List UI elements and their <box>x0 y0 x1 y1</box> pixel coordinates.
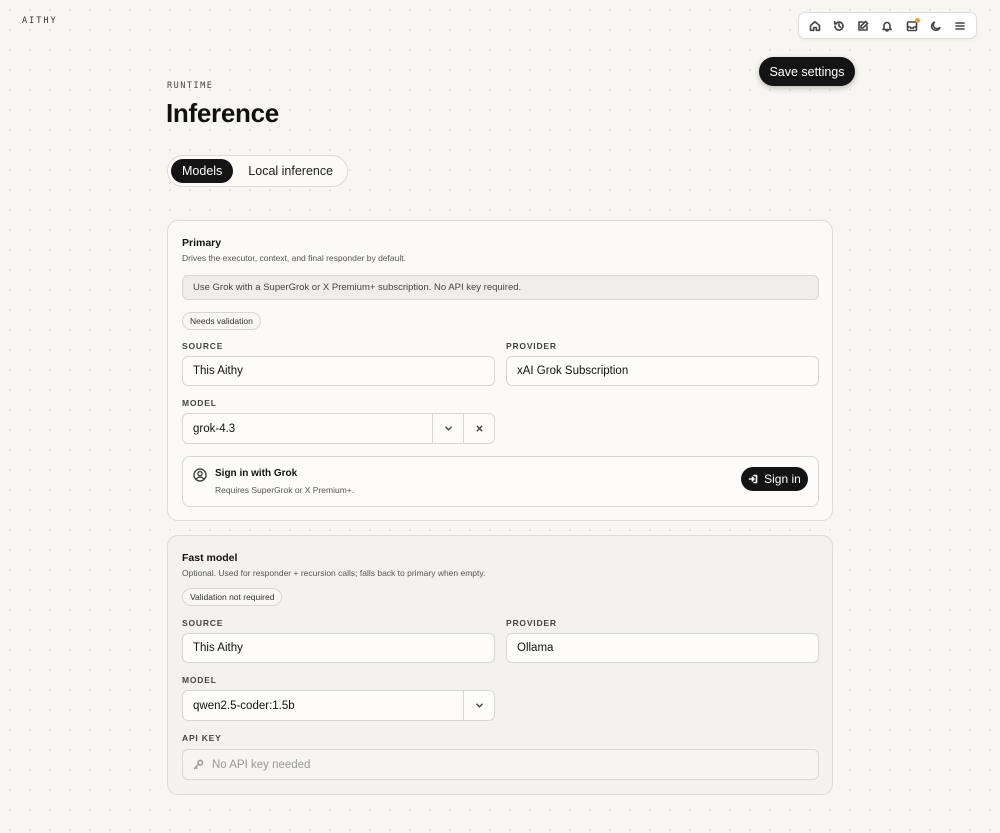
model-select: grok-4.3 <box>182 413 495 444</box>
edit-icon[interactable] <box>853 16 873 36</box>
moon-icon[interactable] <box>926 16 946 36</box>
provider-label: PROVIDER <box>506 341 557 351</box>
save-settings-button[interactable]: Save settings <box>759 57 855 86</box>
source-field[interactable]: This Aithy <box>182 633 495 663</box>
model-select-value[interactable]: grok-4.3 <box>183 414 432 443</box>
api-key-label: API KEY <box>182 733 222 743</box>
sign-in-label: Sign in <box>764 472 801 486</box>
provider-field[interactable]: Ollama <box>506 633 819 663</box>
api-key-input[interactable] <box>212 758 818 771</box>
model-select: qwen2.5-coder:1.5b <box>182 690 495 721</box>
api-key-field <box>182 749 819 780</box>
source-field[interactable]: This Aithy <box>182 356 495 386</box>
fast-model-card: Fast model Optional. Used for responder … <box>167 535 833 795</box>
home-icon[interactable] <box>805 16 825 36</box>
card-description: Drives the executor, context, and final … <box>182 253 406 263</box>
model-label: MODEL <box>182 398 217 408</box>
notification-dot <box>914 17 920 23</box>
info-notice: Use Grok with a SuperGrok or X Premium+ … <box>182 275 819 300</box>
user-circle-icon <box>193 468 207 482</box>
card-title: Fast model <box>182 552 238 564</box>
signin-panel: Sign in with Grok Requires SuperGrok or … <box>182 456 819 507</box>
top-nav-bar <box>798 12 977 39</box>
primary-model-card: Primary Drives the executor, context, an… <box>167 220 833 521</box>
signin-title: Sign in with Grok <box>215 468 298 479</box>
status-badge: Validation not required <box>182 588 283 606</box>
chevron-down-icon[interactable] <box>432 414 463 443</box>
tab-bar: Models Local inference <box>167 155 349 187</box>
model-select-value[interactable]: qwen2.5-coder:1.5b <box>183 691 463 720</box>
history-icon[interactable] <box>829 16 849 36</box>
menu-icon[interactable] <box>950 16 970 36</box>
tab-local-inference[interactable]: Local inference <box>237 159 344 183</box>
page-eyebrow: RUNTIME <box>167 81 214 91</box>
provider-label: PROVIDER <box>506 618 557 628</box>
page-title: Inference <box>166 98 279 128</box>
key-icon <box>193 759 204 770</box>
bell-icon[interactable] <box>877 16 897 36</box>
model-label: MODEL <box>182 675 217 685</box>
card-description: Optional. Used for responder + recursion… <box>182 568 486 578</box>
login-icon <box>748 474 758 484</box>
clear-icon[interactable] <box>463 414 494 443</box>
signin-subtitle: Requires SuperGrok or X Premium+. <box>215 485 355 495</box>
chevron-down-icon[interactable] <box>463 691 494 720</box>
sign-in-button[interactable]: Sign in <box>741 467 808 491</box>
source-label: SOURCE <box>182 618 224 628</box>
tab-models[interactable]: Models <box>171 159 234 183</box>
card-title: Primary <box>182 237 222 249</box>
provider-field[interactable]: xAI Grok Subscription <box>506 356 819 386</box>
brand-logo: AITHY <box>22 16 58 26</box>
inbox-icon[interactable] <box>902 16 922 36</box>
status-badge: Needs validation <box>182 312 261 330</box>
source-label: SOURCE <box>182 341 224 351</box>
